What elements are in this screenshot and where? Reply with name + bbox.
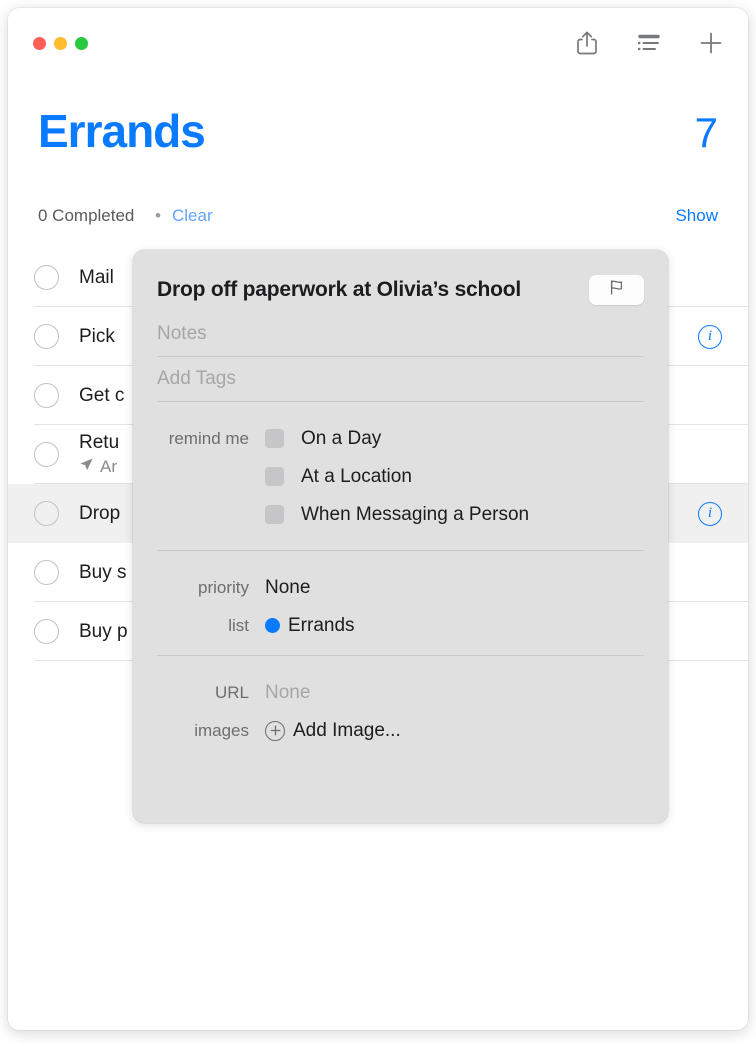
maximize-button[interactable] bbox=[75, 37, 88, 50]
list-value-group[interactable]: Errands bbox=[265, 615, 355, 637]
reminder-count: 7 bbox=[694, 109, 718, 156]
checkbox-at-a-location[interactable] bbox=[265, 467, 284, 487]
images-row: images Add Image... bbox=[157, 712, 644, 750]
reminder-checkbox[interactable] bbox=[34, 442, 59, 467]
checkbox-when-messaging-a-person[interactable] bbox=[265, 505, 284, 525]
images-label: images bbox=[194, 720, 249, 740]
reminder-title: Retu bbox=[79, 432, 120, 453]
priority-label: priority bbox=[197, 577, 249, 597]
remind-at-a-location-label: At a Location bbox=[301, 465, 412, 487]
list-row: list Errands bbox=[157, 607, 644, 645]
reminders-window: Errands 7 0 Completed • Clear Show Mail … bbox=[8, 8, 748, 1030]
priority-row: priority None bbox=[157, 569, 644, 607]
remind-me-label: remind me bbox=[168, 428, 249, 448]
remind-me-section: remind me On a Day At a Location When Me… bbox=[157, 402, 644, 534]
remind-me-row-when-messaging: When Messaging a Person bbox=[157, 496, 644, 534]
remind-me-row-on-a-day: remind me On a Day bbox=[157, 420, 644, 458]
reminder-title: Buy s bbox=[79, 561, 127, 583]
reminder-texts: Mail bbox=[79, 267, 114, 289]
clear-completed-link[interactable]: Clear bbox=[172, 206, 213, 226]
plus-circle-icon bbox=[265, 720, 285, 741]
reminder-detail-popover: Drop off paperwork at Olivia’s school No… bbox=[133, 250, 668, 823]
add-reminder-button[interactable] bbox=[696, 30, 726, 60]
reminder-texts: Buy p bbox=[79, 621, 128, 643]
tags-placeholder: Add Tags bbox=[157, 367, 236, 389]
reminder-title: Buy p bbox=[79, 620, 128, 642]
list-view-icon bbox=[636, 32, 662, 59]
list-value: Errands bbox=[288, 614, 355, 636]
url-label: URL bbox=[214, 682, 249, 702]
popover-title: Drop off paperwork at Olivia’s school bbox=[157, 278, 522, 301]
reminder-checkbox[interactable] bbox=[34, 324, 59, 349]
plus-icon bbox=[698, 30, 724, 61]
reminder-checkbox[interactable] bbox=[34, 265, 59, 290]
list-label: list bbox=[228, 615, 249, 635]
remind-at-a-location-option[interactable]: At a Location bbox=[265, 466, 412, 488]
priority-value[interactable]: None bbox=[265, 577, 310, 599]
show-completed-link[interactable]: Show bbox=[675, 206, 718, 226]
view-options-button[interactable] bbox=[634, 30, 664, 60]
reminder-title: Get c bbox=[79, 384, 125, 406]
reminder-checkbox[interactable] bbox=[34, 383, 59, 408]
completed-count-label: 0 Completed bbox=[38, 206, 135, 225]
list-color-dot bbox=[265, 618, 280, 634]
notes-placeholder: Notes bbox=[157, 322, 207, 344]
remind-when-messaging-option[interactable]: When Messaging a Person bbox=[265, 504, 529, 526]
list-subheader: 0 Completed • Clear Show bbox=[8, 206, 748, 244]
url-row: URL None bbox=[157, 674, 644, 712]
url-value[interactable]: None bbox=[265, 682, 310, 704]
url-images-section: URL None images Add Image... bbox=[157, 656, 644, 750]
remind-on-a-day-label: On a Day bbox=[301, 427, 382, 449]
checkbox-on-a-day[interactable] bbox=[265, 429, 284, 449]
reminder-texts: Drop bbox=[79, 503, 120, 525]
reminder-checkbox[interactable] bbox=[34, 560, 59, 585]
titlebar bbox=[8, 8, 748, 78]
toolbar bbox=[572, 30, 726, 60]
reminder-texts: Pick bbox=[79, 326, 115, 348]
close-button[interactable] bbox=[33, 37, 46, 50]
separator-dot: • bbox=[155, 206, 161, 225]
share-icon bbox=[576, 30, 598, 61]
popover-header: Drop off paperwork at Olivia’s school bbox=[157, 250, 644, 305]
remind-me-row-at-a-location: At a Location bbox=[157, 458, 644, 496]
reminder-title: Pick bbox=[79, 325, 115, 347]
remind-when-messaging-label: When Messaging a Person bbox=[301, 503, 530, 525]
share-button[interactable] bbox=[572, 30, 602, 60]
priority-list-section: priority None list Errands bbox=[157, 551, 644, 645]
window-controls bbox=[33, 37, 88, 50]
reminder-checkbox[interactable] bbox=[34, 619, 59, 644]
reminder-texts: Retu Ar bbox=[79, 432, 119, 477]
reminder-title: Mail bbox=[79, 266, 114, 288]
reminder-info-button[interactable]: i bbox=[698, 324, 722, 349]
minimize-button[interactable] bbox=[54, 37, 67, 50]
reminder-subtitle-text: Ar bbox=[100, 457, 117, 476]
reminder-subtitle: Ar bbox=[79, 457, 119, 477]
page-title: Errands bbox=[38, 105, 206, 157]
reminder-checkbox[interactable] bbox=[34, 501, 59, 526]
reminder-title: Drop bbox=[79, 502, 121, 524]
flag-button[interactable] bbox=[589, 275, 644, 305]
reminder-info-button[interactable]: i bbox=[698, 501, 722, 526]
remind-on-a-day-option[interactable]: On a Day bbox=[265, 428, 381, 450]
reminder-texts: Get c bbox=[79, 385, 124, 407]
tags-field[interactable]: Add Tags bbox=[157, 357, 644, 402]
location-arrow-icon bbox=[79, 457, 94, 477]
add-image-button[interactable]: Add Image... bbox=[265, 720, 401, 742]
reminder-texts: Buy s bbox=[79, 562, 127, 584]
add-image-label: Add Image... bbox=[293, 719, 401, 741]
notes-field[interactable]: Notes bbox=[157, 312, 644, 357]
flag-icon bbox=[607, 278, 626, 302]
